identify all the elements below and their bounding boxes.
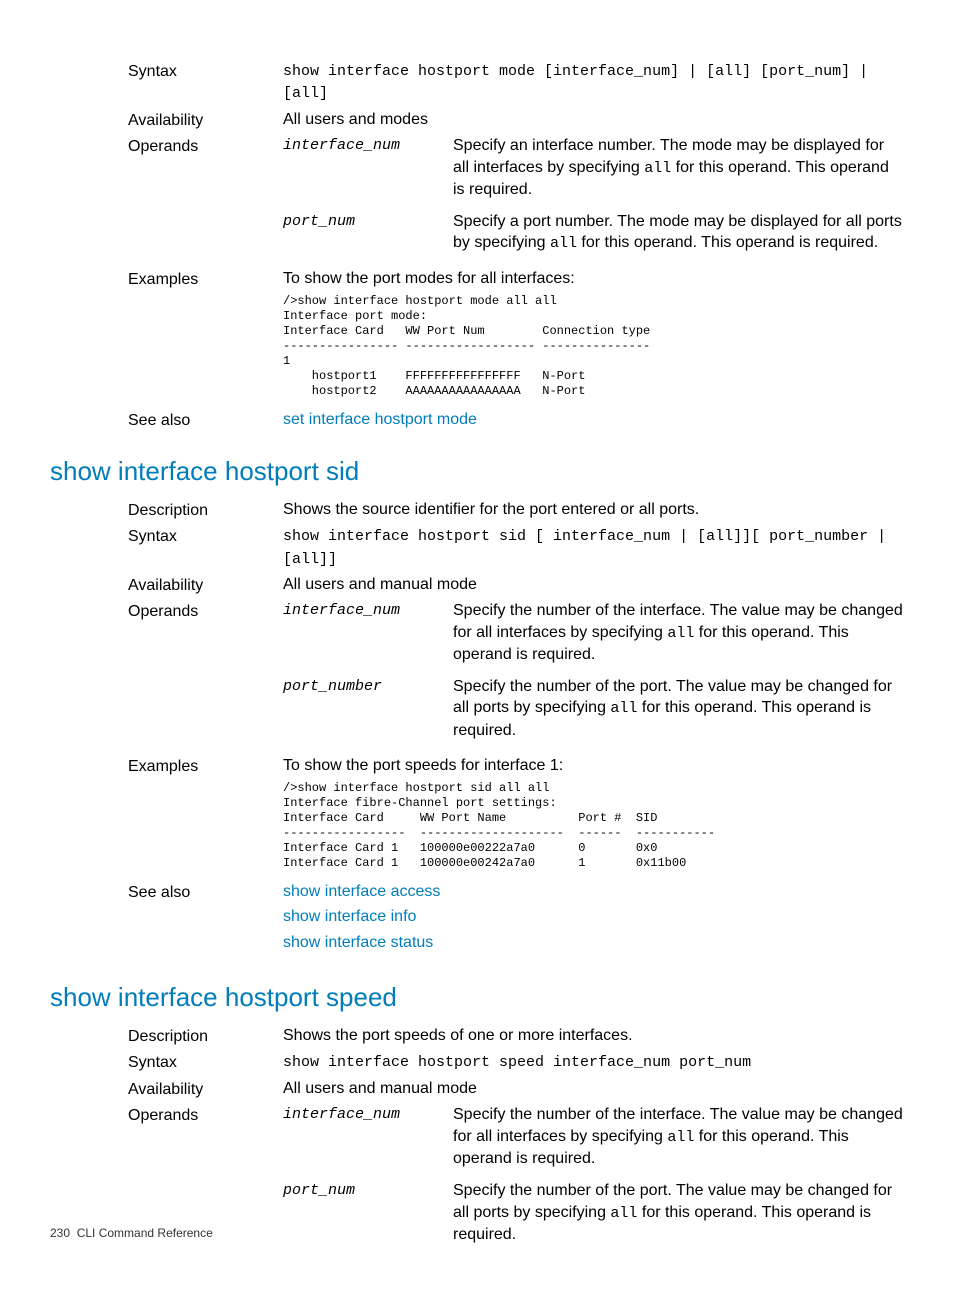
availability-value: All users and manual mode	[283, 1078, 904, 1101]
availability-label: Availability	[128, 109, 283, 132]
section-heading-speed: show interface hostport speed	[50, 980, 904, 1015]
availability-label: Availability	[128, 574, 283, 597]
description-value: Shows the source identifier for the port…	[283, 499, 904, 522]
examples-row: Examples To show the port speeds for int…	[128, 755, 904, 877]
see-also-link[interactable]: set interface hostport mode	[283, 411, 477, 428]
operand-desc: Specify an interface number. The mode ma…	[453, 135, 904, 200]
syntax-label: Syntax	[128, 1051, 283, 1074]
availability-label: Availability	[128, 1078, 283, 1101]
operand-item: port_number Specify the number of the po…	[283, 676, 904, 741]
operand-desc: Specify the number of the interface. The…	[453, 600, 904, 665]
description-row: Description Shows the port speeds of one…	[128, 1025, 904, 1048]
description-label: Description	[128, 1025, 283, 1048]
operand-item: interface_num Specify an interface numbe…	[283, 135, 904, 200]
operand-name: interface_num	[283, 1104, 453, 1169]
availability-row: Availability All users and modes	[128, 109, 904, 132]
examples-code: />show interface hostport mode all all I…	[283, 294, 904, 399]
see-also-link[interactable]: show interface access	[283, 883, 440, 900]
syntax-row: Syntax show interface hostport speed int…	[128, 1051, 904, 1074]
page-number: 230	[50, 1226, 70, 1240]
operand-desc: Specify the number of the port. The valu…	[453, 676, 904, 741]
operand-item: interface_num Specify the number of the …	[283, 1104, 904, 1169]
operands-row: Operands interface_num Specify the numbe…	[128, 1104, 904, 1255]
operands-row: Operands interface_num Specify the numbe…	[128, 600, 904, 751]
operand-name: port_num	[283, 1180, 453, 1245]
operand-name: interface_num	[283, 135, 453, 200]
operand-name: port_number	[283, 676, 453, 741]
examples-label: Examples	[128, 755, 283, 877]
operand-name: interface_num	[283, 600, 453, 665]
syntax-value: show interface hostport mode [interface_…	[283, 60, 904, 105]
examples-intro: To show the port modes for all interface…	[283, 268, 904, 290]
see-also-label: See also	[128, 409, 283, 432]
operands-label: Operands	[128, 600, 283, 751]
see-also-row: See also show interface access show inte…	[128, 881, 904, 958]
operand-name: port_num	[283, 211, 453, 255]
availability-value: All users and manual mode	[283, 574, 904, 597]
availability-row: Availability All users and manual mode	[128, 1078, 904, 1101]
examples-row: Examples To show the port modes for all …	[128, 268, 904, 405]
operand-desc: Specify the number of the port. The valu…	[453, 1180, 904, 1245]
description-value: Shows the port speeds of one or more int…	[283, 1025, 904, 1048]
operand-desc: Specify the number of the interface. The…	[453, 1104, 904, 1169]
examples-intro: To show the port speeds for interface 1:	[283, 755, 904, 777]
page-footer: 230 CLI Command Reference	[50, 1225, 213, 1241]
see-also-link[interactable]: show interface info	[283, 908, 416, 925]
syntax-value: show interface hostport sid [ interface_…	[283, 525, 904, 570]
operand-item: interface_num Specify the number of the …	[283, 600, 904, 665]
syntax-row: Syntax show interface hostport mode [int…	[128, 60, 904, 105]
availability-row: Availability All users and manual mode	[128, 574, 904, 597]
operands-row: Operands interface_num Specify an interf…	[128, 135, 904, 264]
footer-title: CLI Command Reference	[77, 1226, 213, 1240]
see-also-label: See also	[128, 881, 283, 958]
operands-label: Operands	[128, 135, 283, 264]
operand-desc: Specify a port number. The mode may be d…	[453, 211, 904, 255]
examples-code: />show interface hostport sid all all In…	[283, 781, 904, 871]
syntax-label: Syntax	[128, 60, 283, 105]
syntax-row: Syntax show interface hostport sid [ int…	[128, 525, 904, 570]
availability-value: All users and modes	[283, 109, 904, 132]
see-also-row: See also set interface hostport mode	[128, 409, 904, 432]
syntax-label: Syntax	[128, 525, 283, 570]
examples-label: Examples	[128, 268, 283, 405]
syntax-value: show interface hostport speed interface_…	[283, 1051, 904, 1074]
description-label: Description	[128, 499, 283, 522]
section-heading-sid: show interface hostport sid	[50, 454, 904, 489]
description-row: Description Shows the source identifier …	[128, 499, 904, 522]
operand-item: port_num Specify a port number. The mode…	[283, 211, 904, 255]
see-also-link[interactable]: show interface status	[283, 934, 433, 951]
operand-item: port_num Specify the number of the port.…	[283, 1180, 904, 1245]
